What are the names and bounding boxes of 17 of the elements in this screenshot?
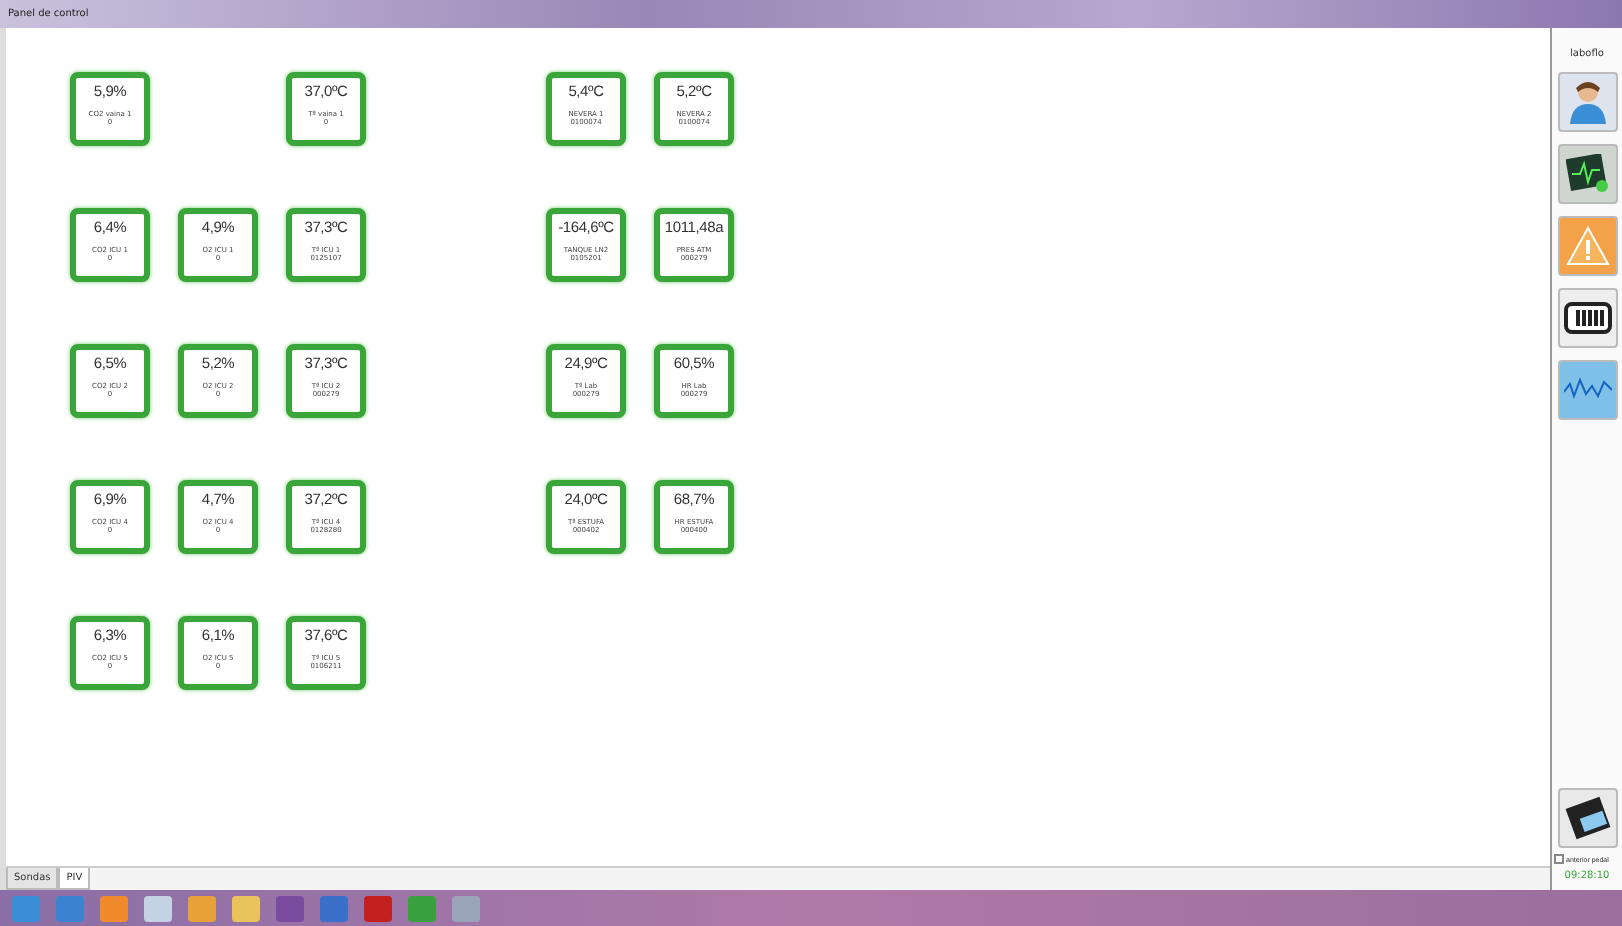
taskbar-app-icon[interactable] <box>408 895 436 921</box>
taskbar-app-icon[interactable] <box>276 895 304 921</box>
taskbar-app-icon[interactable] <box>12 895 40 921</box>
taskbar-app-icon[interactable] <box>232 895 260 921</box>
checkbox[interactable] <box>1554 854 1564 864</box>
waveform-icon[interactable] <box>1557 360 1617 420</box>
warning-icon[interactable] <box>1557 216 1617 276</box>
user-icon[interactable] <box>1557 72 1617 132</box>
taskbar-app-icon[interactable] <box>144 895 172 921</box>
monitor-icon[interactable] <box>1557 144 1617 204</box>
save-icon[interactable] <box>1557 788 1617 848</box>
taskbar-app-icon[interactable] <box>188 895 216 921</box>
taskbar-app-icon[interactable] <box>100 895 128 921</box>
barcode-icon[interactable] <box>1557 288 1617 348</box>
taskbar-app-icon[interactable] <box>364 895 392 921</box>
taskbar-app-icon[interactable] <box>320 895 348 921</box>
taskbar-app-icon[interactable] <box>452 895 480 921</box>
